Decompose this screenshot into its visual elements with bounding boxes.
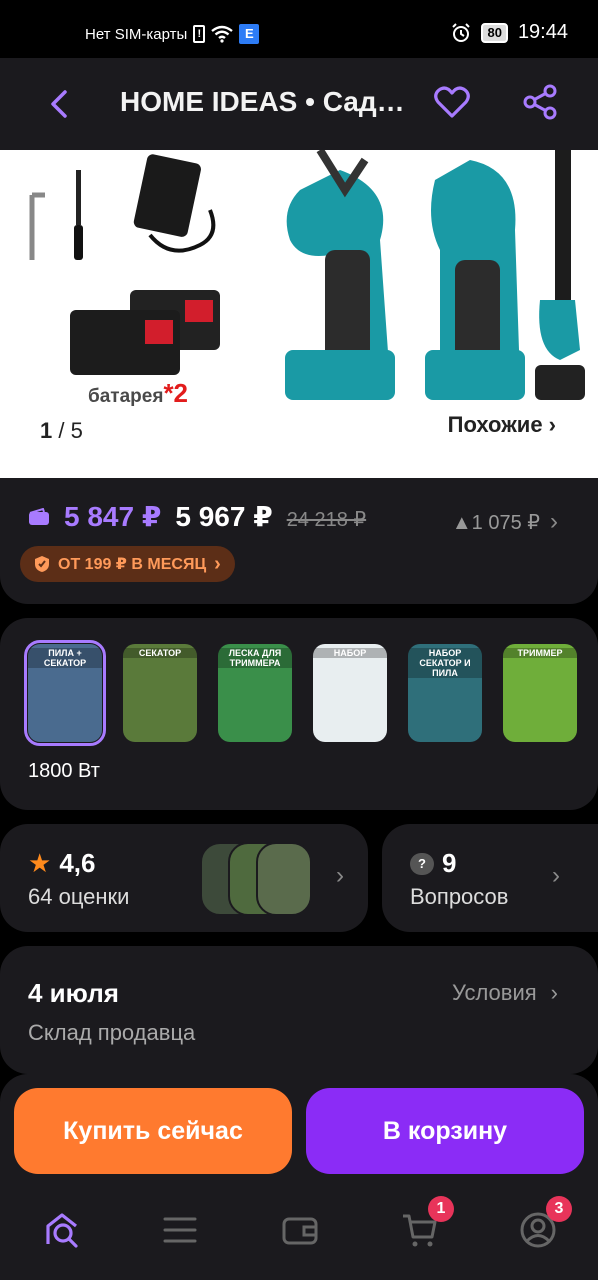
variant-thumbnail[interactable]: ЛЕСКА ДЛЯ ТРИММЕРА: [218, 644, 292, 742]
sim-status-text: Нет SIM-карты: [85, 25, 188, 43]
bottom-navigation: 1 3: [0, 1186, 598, 1280]
battery-indicator: 80: [481, 22, 508, 43]
variant-thumbnail-label: ПИЛА + СЕКАТОР: [28, 648, 102, 668]
variant-thumbnail-label: НАБОР СЕКАТОР И ПИЛА: [408, 648, 482, 678]
share-icon[interactable]: [520, 82, 560, 122]
home-search-icon[interactable]: [42, 1210, 82, 1250]
delivery-terms-label: Условия: [451, 980, 537, 1005]
purchase-actions: Купить сейчас В корзину: [0, 1074, 598, 1186]
top-app-bar: HOME IDEAS • Садовый секатор: [0, 58, 598, 150]
battery-caption: батарея*2: [88, 378, 188, 409]
similar-products-link[interactable]: Похожие ›: [448, 412, 556, 438]
selected-variant-name: 1800 Вт: [28, 760, 100, 782]
rating-count: 64 оценки: [28, 884, 130, 909]
installment-badge[interactable]: ОТ 199 ₽ В МЕСЯЦ ›: [20, 546, 235, 582]
profile-badge: 3: [546, 1196, 572, 1222]
variant-thumbnails: ПИЛА + СЕКАТОР СЕКАТОР ЛЕСКА ДЛЯ ТРИММЕРА Н…: [24, 640, 577, 746]
add-to-cart-button[interactable]: В корзину: [306, 1088, 584, 1174]
chevron-right-icon: ›: [336, 862, 344, 889]
battery-quantity: *2: [163, 378, 189, 408]
price-card: 5 847 ₽ 5 967 ₽ 24 218 ₽ ▲1 075 ₽ › ОТ 1…: [0, 478, 598, 604]
variant-thumbnail-label: ТРИММЕР: [503, 648, 577, 658]
delivery-terms-link[interactable]: Условия ›: [452, 980, 558, 1006]
chevron-right-icon: ›: [550, 508, 558, 535]
chevron-right-icon: ›: [552, 862, 560, 889]
cart-nav-item[interactable]: 1: [400, 1196, 454, 1250]
image-counter: 1 / 5: [40, 418, 83, 444]
profile-nav-item[interactable]: 3: [518, 1196, 572, 1250]
wallet-icon[interactable]: [280, 1210, 320, 1250]
price-change[interactable]: ▲1 075 ₽ ›: [452, 508, 558, 536]
variant-thumbnail[interactable]: НАБОР СЕКАТОР И ПИЛА: [408, 644, 482, 742]
wallet-icon: [29, 508, 49, 525]
star-icon: ★: [28, 848, 52, 878]
sim-alert-icon: !: [193, 25, 206, 43]
chevron-right-icon: ›: [214, 552, 221, 575]
battery-caption-text: батарея: [88, 386, 164, 407]
delivery-source: Склад продавца: [28, 1020, 196, 1045]
current-price: 5 967 ₽: [175, 501, 273, 532]
variant-thumbnail[interactable]: СЕКАТОР: [123, 644, 197, 742]
review-photos[interactable]: [200, 842, 320, 916]
wifi-icon: [211, 25, 234, 43]
catalog-menu-icon[interactable]: [160, 1210, 200, 1250]
questions-label: Вопросов: [410, 884, 509, 909]
review-photo: [256, 842, 312, 916]
question-icon: ?: [410, 852, 434, 875]
questions-card[interactable]: ? 9 Вопросов ›: [382, 824, 598, 932]
cart-badge: 1: [428, 1196, 454, 1222]
delivery-date: 4 июля: [28, 978, 119, 1008]
clock: 19:44: [517, 21, 568, 43]
old-price: 24 218 ₽: [286, 509, 367, 531]
heart-icon[interactable]: [432, 82, 472, 122]
variant-selector: ПИЛА + СЕКАТОР СЕКАТОР ЛЕСКА ДЛЯ ТРИММЕРА Н…: [0, 618, 598, 810]
rating-card[interactable]: ★ 4,6 64 оценки ›: [0, 824, 368, 932]
variant-thumbnail-label: СЕКАТОР: [123, 648, 197, 658]
buy-now-button[interactable]: Купить сейчас: [14, 1088, 292, 1174]
variant-thumbnail[interactable]: ПИЛА + СЕКАТОР: [24, 640, 106, 746]
wallet-price: 5 847 ₽: [64, 501, 162, 532]
variant-thumbnail-label: НАБОР: [313, 648, 387, 658]
image-counter-current: 1: [40, 418, 53, 443]
image-counter-total: / 5: [58, 418, 83, 443]
variant-thumbnail-label: ЛЕСКА ДЛЯ ТРИММЕРА: [218, 648, 292, 668]
rating-value: 4,6: [59, 848, 96, 878]
product-image-gallery[interactable]: батарея*2 1 / 5 Похожие ›: [0, 150, 598, 478]
alarm-icon: [452, 22, 471, 42]
page-title: HOME IDEAS • Садовый секатор: [120, 86, 420, 117]
chevron-right-icon: ›: [550, 980, 558, 1005]
delivery-card[interactable]: 4 июля Склад продавца Условия ›: [0, 946, 598, 1074]
variant-thumbnail[interactable]: ТРИММЕР: [503, 644, 577, 742]
product-image: [29, 150, 585, 400]
status-bar: Нет SIM-карты ! E 80 19:44: [0, 0, 598, 58]
questions-count: 9: [442, 848, 457, 878]
price-change-value: ▲1 075 ₽: [451, 511, 540, 534]
installment-text: ОТ 199 ₽ В МЕСЯЦ: [58, 556, 207, 573]
shield-icon: [35, 556, 49, 572]
variant-thumbnail[interactable]: НАБОР: [313, 644, 387, 742]
back-arrow-icon[interactable]: [40, 84, 80, 124]
network-type-badge: E: [239, 24, 260, 44]
